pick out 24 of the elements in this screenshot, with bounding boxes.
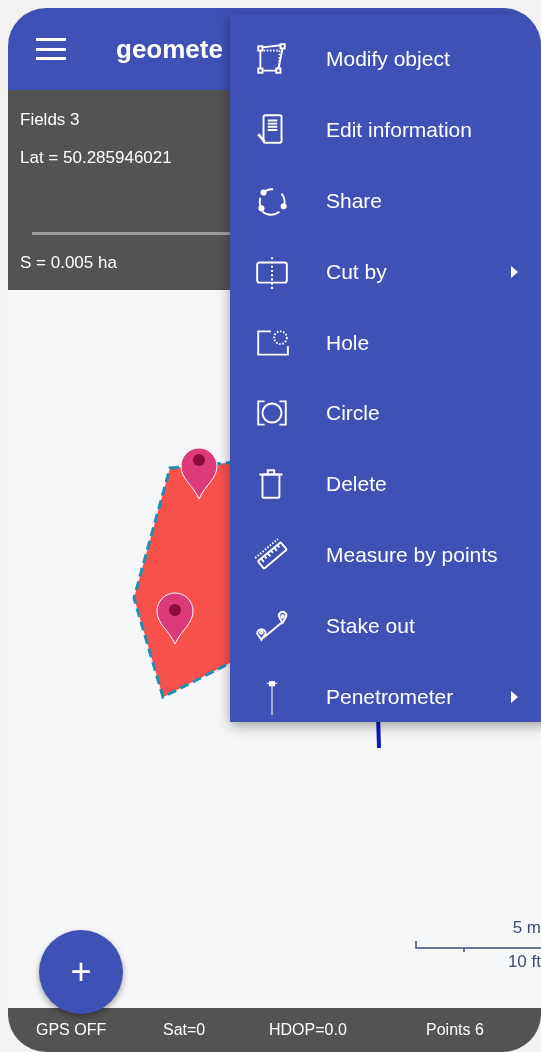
- menu-item[interactable]: Modify object: [230, 24, 541, 95]
- scale-metric: 5 m: [511, 918, 541, 938]
- menu-icon[interactable]: [36, 38, 66, 60]
- menu-item[interactable]: Edit information: [230, 94, 541, 166]
- scale-imperial: 10 ft: [506, 952, 541, 972]
- status-text: HDOP=0.0: [269, 1021, 347, 1039]
- status-text: Sat=0: [163, 1021, 206, 1039]
- area-text: S = 0.005 ha: [20, 253, 117, 273]
- latitude-text: Lat = 50.285946021: [20, 148, 172, 168]
- map-marker[interactable]: [180, 447, 218, 500]
- map-marker[interactable]: [156, 592, 194, 645]
- fields-count: Fields 3: [20, 110, 80, 130]
- menu-item[interactable]: Stake out: [230, 590, 541, 662]
- menu-item[interactable]: Share: [230, 165, 541, 237]
- status-text: GPS OFF: [36, 1021, 107, 1039]
- menu-item[interactable]: Hole: [230, 307, 541, 378]
- status-text: Points 6: [426, 1021, 484, 1039]
- menu-item[interactable]: Measure by points: [230, 519, 541, 591]
- menu-item[interactable]: Circle: [230, 378, 541, 449]
- add-button[interactable]: +: [39, 930, 123, 1014]
- menu-item[interactable]: Delete: [230, 448, 541, 520]
- menu-item[interactable]: Cut by: [230, 236, 541, 308]
- app-title: geomete: [116, 33, 223, 65]
- menu-item[interactable]: Penetrometer: [230, 661, 541, 732]
